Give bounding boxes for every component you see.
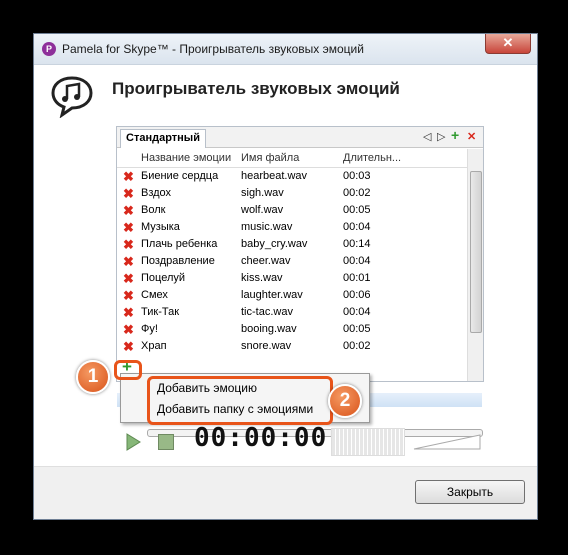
row-name: Музыка (141, 221, 180, 233)
callout-badge-2: 2 (328, 384, 362, 418)
row-file: baby_cry.wav (241, 238, 308, 250)
row-duration: 00:04 (343, 255, 371, 267)
app-logo-icon: P (42, 42, 56, 56)
table-row[interactable]: ✖ Храп snore.wav 00:02 (117, 339, 467, 356)
row-duration: 00:02 (343, 340, 371, 352)
delete-icon[interactable]: ✖ (123, 272, 134, 286)
row-duration: 00:05 (343, 323, 371, 335)
table-row[interactable]: ✖ Волк wolf.wav 00:05 (117, 203, 467, 220)
dialog-footer: Закрыть (34, 466, 537, 519)
row-duration: 00:04 (343, 221, 371, 233)
row-name: Биение сердца (141, 170, 219, 182)
tab-prev-icon[interactable]: ◁ (423, 130, 431, 144)
row-name: Волк (141, 204, 166, 216)
table-row[interactable]: ✖ Биение сердца hearbeat.wav 00:03 (117, 169, 467, 186)
row-duration: 00:06 (343, 289, 371, 301)
callout-2-highlight (147, 376, 333, 425)
row-file: sigh.wav (241, 187, 284, 199)
row-duration: 00:05 (343, 204, 371, 216)
window-close-button[interactable]: ✕ (485, 34, 531, 54)
callout-1-highlight (114, 360, 142, 380)
row-file: tic-tac.wav (241, 306, 293, 318)
table-row[interactable]: ✖ Вздох sigh.wav 00:02 (117, 186, 467, 203)
column-header-duration[interactable]: Длительн... (343, 152, 401, 164)
row-file: hearbeat.wav (241, 170, 308, 182)
row-name: Поцелуй (141, 272, 186, 284)
row-name: Смех (141, 289, 168, 301)
row-file: cheer.wav (241, 255, 291, 267)
main-window: P Pamela for Skype™ - Проигрыватель звук… (33, 33, 538, 520)
delete-icon[interactable]: ✖ (123, 306, 134, 320)
table-row[interactable]: ✖ Фу! booing.wav 00:05 (117, 322, 467, 339)
table-row[interactable]: ✖ Плачь ребенка baby_cry.wav 00:14 (117, 237, 467, 254)
table-row[interactable]: ✖ Смех laughter.wav 00:06 (117, 288, 467, 305)
title-bar[interactable]: P Pamela for Skype™ - Проигрыватель звук… (34, 34, 537, 65)
row-name: Вздох (141, 187, 172, 199)
close-button[interactable]: Закрыть (415, 480, 525, 504)
delete-icon[interactable]: ✖ (123, 323, 134, 337)
table-row[interactable]: ✖ Поцелуй kiss.wav 00:01 (117, 271, 467, 288)
add-tab-icon[interactable]: + (451, 128, 459, 142)
tab-bar: Стандартный ◁ ▷ + ✕ (117, 127, 483, 148)
row-file: music.wav (241, 221, 293, 233)
row-name: Плачь ребенка (141, 238, 218, 250)
window-title: Pamela for Skype™ - Проигрыватель звуков… (62, 42, 364, 56)
play-icon[interactable] (124, 432, 142, 452)
row-file: snore.wav (241, 340, 292, 352)
row-duration: 00:04 (343, 306, 371, 318)
callout-badge-1: 1 (76, 360, 110, 394)
row-name: Фу! (141, 323, 158, 335)
delete-icon[interactable]: ✖ (123, 255, 134, 269)
row-file: wolf.wav (241, 204, 284, 216)
delete-icon[interactable]: ✖ (123, 238, 134, 252)
tab-next-icon[interactable]: ▷ (437, 130, 445, 144)
row-name: Тик-Так (141, 306, 180, 318)
vertical-scrollbar[interactable] (467, 149, 483, 381)
music-note-speech-bubble-icon (51, 76, 93, 118)
delete-icon[interactable]: ✖ (123, 170, 134, 184)
row-duration: 00:01 (343, 272, 371, 284)
delete-icon[interactable]: ✖ (123, 221, 134, 235)
row-name: Поздравление (141, 255, 215, 267)
delete-icon[interactable]: ✖ (123, 204, 134, 218)
row-duration: 00:14 (343, 238, 371, 250)
table-row[interactable]: ✖ Тик-Так tic-tac.wav 00:04 (117, 305, 467, 322)
stop-icon[interactable] (158, 434, 174, 450)
emotions-panel: Стандартный ◁ ▷ + ✕ Название эмоции Имя … (116, 126, 484, 407)
column-header-file[interactable]: Имя файла (241, 152, 299, 164)
page-title: Проигрыватель звуковых эмоций (112, 79, 400, 98)
table-row[interactable]: ✖ Поздравление cheer.wav 00:04 (117, 254, 467, 271)
row-duration: 00:02 (343, 187, 371, 199)
table-row[interactable]: ✖ Музыка music.wav 00:04 (117, 220, 467, 237)
remove-tab-icon[interactable]: ✕ (467, 130, 476, 144)
level-meter (331, 428, 405, 456)
volume-slider[interactable] (412, 432, 482, 452)
row-file: booing.wav (241, 323, 297, 335)
delete-icon[interactable]: ✖ (123, 340, 134, 354)
delete-icon[interactable]: ✖ (123, 187, 134, 201)
row-file: laughter.wav (241, 289, 303, 301)
column-header-name[interactable]: Название эмоции (141, 152, 231, 164)
table-header: Название эмоции Имя файла Длительн... (117, 149, 467, 168)
delete-icon[interactable]: ✖ (123, 289, 134, 303)
row-name: Храп (141, 340, 167, 352)
row-file: kiss.wav (241, 272, 283, 284)
playback-time: 00:00:00 (194, 423, 328, 453)
emotions-list: ✖ Биение сердца hearbeat.wav 00:03 ✖ Вздох si… (117, 169, 467, 356)
row-duration: 00:03 (343, 170, 371, 182)
tab-standard[interactable]: Стандартный (120, 129, 206, 148)
scrollbar-thumb[interactable] (470, 171, 482, 333)
